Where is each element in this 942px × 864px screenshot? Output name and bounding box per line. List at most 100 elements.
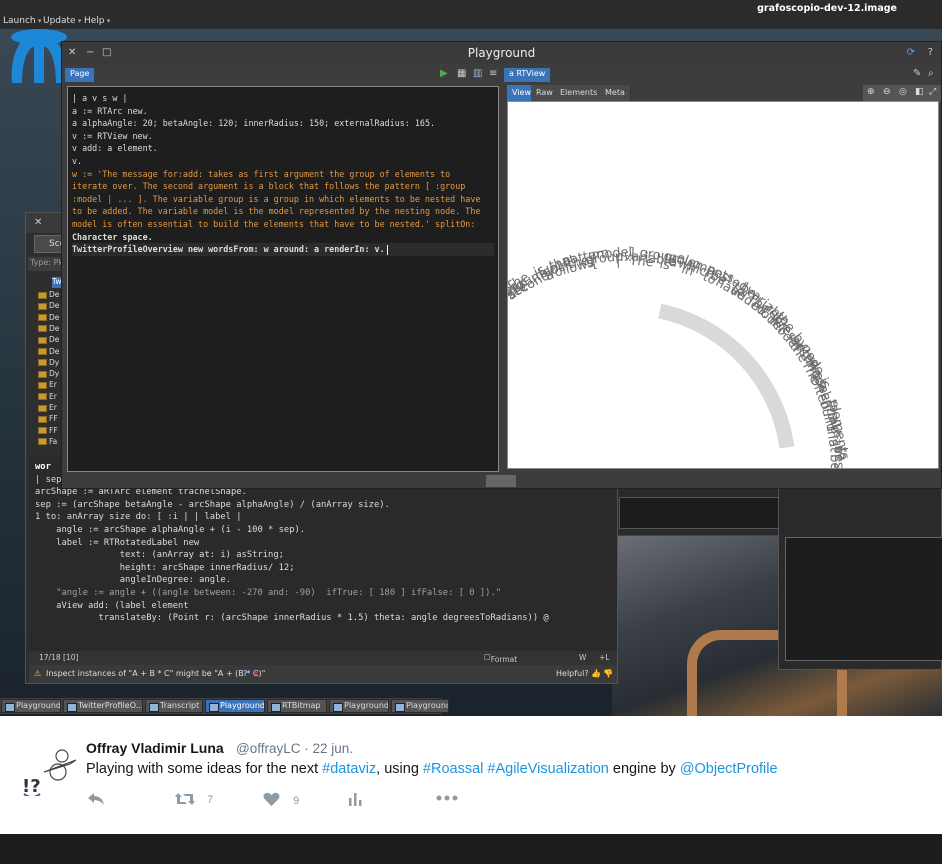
package-list-item[interactable]: De bbox=[38, 347, 59, 358]
mention-objectprofile[interactable]: @ObjectProfile bbox=[680, 761, 778, 777]
package-list-item[interactable]: De bbox=[38, 301, 59, 312]
package-icon bbox=[38, 393, 47, 401]
code-line: v := RTView new. bbox=[72, 130, 153, 141]
tab-rtview[interactable]: a RTView bbox=[504, 68, 551, 82]
taskbar-item[interactable]: Transcript bbox=[145, 699, 203, 713]
wrap-toggle[interactable]: W bbox=[579, 653, 586, 662]
sync-icon[interactable]: ⟳ bbox=[907, 42, 915, 64]
package-list-item[interactable]: FF bbox=[38, 426, 58, 437]
tweet-handle-date[interactable]: @offrayLC · 22 jun. bbox=[236, 741, 353, 756]
pin-icon[interactable]: ✎ bbox=[913, 68, 921, 79]
package-list-item[interactable]: Er bbox=[38, 380, 57, 391]
menu-icon[interactable]: ≡ bbox=[489, 68, 497, 79]
minimize-icon[interactable]: − bbox=[86, 42, 94, 64]
roassal-canvas[interactable]: Themessagefor:add:takesasfirstargumentth… bbox=[424, 101, 939, 494]
help-icon[interactable]: ? bbox=[928, 42, 933, 64]
heart-icon bbox=[263, 792, 280, 806]
taskbar-item[interactable]: Playground bbox=[205, 699, 265, 713]
package-icon bbox=[38, 314, 47, 322]
dismiss-icon[interactable]: ✕ bbox=[253, 669, 260, 678]
close-icon[interactable]: ✕ bbox=[34, 217, 42, 228]
code-line: text: (anArray at: i) asString; bbox=[35, 550, 284, 561]
code-line: label := RTRotatedLabel new bbox=[35, 537, 200, 548]
inspect-icon[interactable]: ⌕ bbox=[928, 68, 934, 79]
close-icon[interactable]: ✕ bbox=[68, 42, 76, 64]
package-icon bbox=[38, 291, 47, 299]
code-line: iterate over. The second argument is a b… bbox=[72, 181, 466, 192]
hashtag-agilevisualization[interactable]: #AgileVisualization bbox=[487, 761, 608, 777]
tab-page[interactable]: Page bbox=[65, 68, 95, 82]
help-menu[interactable]: Help bbox=[84, 16, 110, 26]
tab-meta[interactable]: Meta bbox=[600, 85, 631, 101]
retweet-icon bbox=[175, 793, 195, 805]
layout-icon[interactable]: ▥ bbox=[473, 68, 482, 79]
thumbs-down-icon[interactable]: 👎 bbox=[603, 669, 613, 678]
zoom-toolbar: ⊕ ⊖ ◎ ◧ ⤢ bbox=[863, 85, 941, 101]
code-line: :model | ... ]. The variable group is a … bbox=[72, 193, 481, 204]
expand-icon[interactable]: ⤢ bbox=[929, 87, 936, 97]
window-title: Playground bbox=[467, 46, 536, 60]
playground-window: ✕ − □ Playground ⟳ ? Page ▶ ▦ ▥ ≡ a RTVi… bbox=[61, 41, 942, 494]
package-list-item[interactable]: Dy bbox=[38, 358, 59, 369]
code-line: to be added. The variable model is the m… bbox=[72, 206, 481, 217]
package-label: Dy bbox=[49, 357, 60, 367]
hashtag-roassal[interactable]: #Roassal bbox=[423, 761, 483, 777]
thumbs-up-icon[interactable]: 👍 bbox=[591, 669, 601, 678]
run-icon[interactable]: ▶ bbox=[440, 68, 448, 79]
package-list-item[interactable]: De bbox=[38, 313, 59, 324]
tweet-author-name[interactable]: Offray Vladimir Luna bbox=[86, 740, 224, 756]
package-list-item[interactable]: Fa bbox=[38, 437, 57, 448]
taskbar-item[interactable]: Playground bbox=[391, 699, 449, 713]
like-button[interactable]: 9 bbox=[263, 792, 299, 810]
zoom-fit-icon[interactable]: ◎ bbox=[899, 87, 907, 97]
package-label: Fa bbox=[49, 436, 58, 446]
hashtag-dataviz[interactable]: #dataviz bbox=[322, 761, 376, 777]
package-label: De bbox=[49, 323, 60, 333]
tweet-date[interactable]: 22 jun. bbox=[312, 741, 353, 756]
more-options-icon[interactable] bbox=[436, 792, 458, 804]
code-line: a alphaAngle: 20; betaAngle: 120; innerR… bbox=[72, 118, 436, 129]
format-as-you-read-checkbox[interactable]: ☐ Format as you read bbox=[484, 653, 517, 682]
maximize-icon[interactable]: □ bbox=[102, 42, 111, 64]
package-list-item[interactable]: De bbox=[38, 290, 59, 301]
avatar[interactable]: !? bbox=[18, 742, 78, 796]
tab-elements[interactable]: Elements bbox=[555, 85, 604, 101]
package-list-item[interactable]: FF bbox=[38, 414, 58, 425]
package-icon bbox=[38, 336, 47, 344]
retweet-button[interactable]: 7 bbox=[174, 792, 213, 809]
package-icon bbox=[38, 381, 47, 389]
helpful-label: Helpful? bbox=[556, 669, 589, 678]
package-list-item[interactable]: Dy bbox=[38, 369, 59, 380]
zoom-in-icon[interactable]: ⊕ bbox=[867, 87, 875, 97]
taskbar-item[interactable]: RTBitmap bbox=[267, 699, 327, 713]
package-label: De bbox=[49, 290, 60, 299]
code-line: v. bbox=[72, 155, 83, 166]
taskbar-item[interactable]: TwitterProfileO... bbox=[63, 699, 143, 713]
tweet-text: Playing with some ideas for the next #da… bbox=[86, 761, 778, 777]
tweet-handle[interactable]: @offrayLC bbox=[236, 741, 300, 756]
bindings-icon[interactable]: ▦ bbox=[457, 68, 466, 79]
zoom-out-icon[interactable]: ⊖ bbox=[883, 87, 891, 97]
code-line: Character space. bbox=[72, 231, 153, 242]
code-line: | a v s w | bbox=[72, 93, 128, 103]
package-list-item[interactable]: De bbox=[38, 335, 59, 346]
code-line: angle := arcShape alphaAngle + (i - 100 … bbox=[35, 524, 306, 535]
package-list-item[interactable]: De bbox=[38, 324, 59, 335]
package-label: Er bbox=[49, 403, 57, 412]
like-count: 9 bbox=[293, 795, 300, 807]
line-toggle[interactable]: +L bbox=[599, 653, 609, 662]
package-list-item[interactable]: Er bbox=[38, 392, 57, 403]
text-cursor bbox=[386, 244, 388, 255]
package-label: FF bbox=[49, 414, 58, 424]
taskbar-item[interactable]: Playground bbox=[329, 699, 389, 713]
playground-titlebar[interactable]: ✕ − □ Playground ⟳ ? bbox=[62, 42, 941, 64]
analytics-icon[interactable] bbox=[348, 792, 362, 809]
camera-icon[interactable]: ◧ bbox=[915, 87, 924, 97]
code-line: height: arcShape innerRadius/ 12; bbox=[35, 562, 295, 573]
pane-resize-handle[interactable] bbox=[486, 475, 516, 487]
playground-code-editor[interactable]: | a v s w | a := RTArc new. a alphaAngle: … bbox=[67, 86, 499, 472]
help-button[interactable]: ? bbox=[243, 669, 248, 678]
reply-icon[interactable] bbox=[87, 792, 105, 809]
taskbar-item[interactable]: Playground bbox=[1, 699, 61, 713]
package-list-item[interactable]: Er bbox=[38, 403, 57, 414]
